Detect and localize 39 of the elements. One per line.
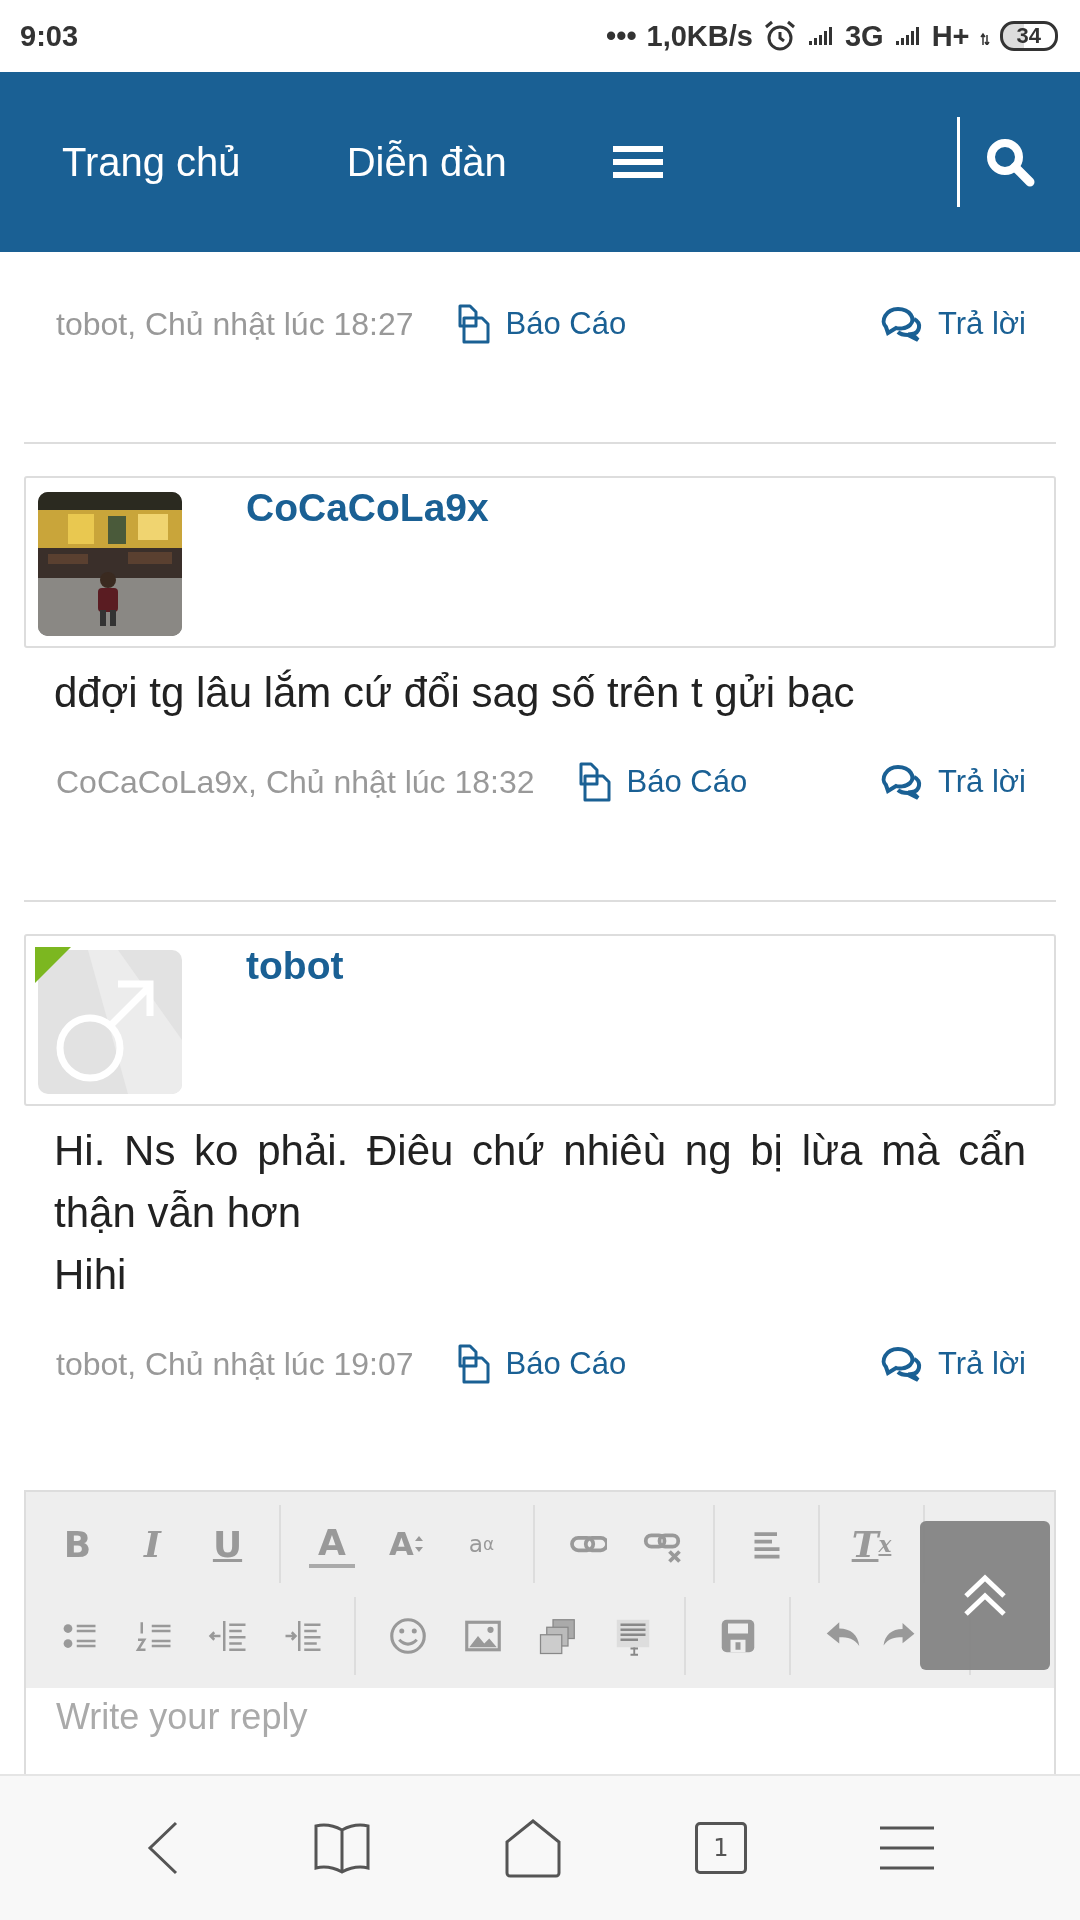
report-link[interactable]: Báo Cáo bbox=[568, 762, 748, 802]
battery-indicator: 34 bbox=[999, 21, 1058, 51]
network-type: H+ bbox=[931, 19, 970, 53]
clock: 9:03 bbox=[20, 19, 79, 53]
bookmarks-button[interactable] bbox=[313, 1822, 372, 1874]
double-chevron-icon bbox=[962, 1573, 1008, 1618]
network-type: 3G bbox=[844, 19, 884, 53]
search-icon[interactable] bbox=[984, 136, 1036, 188]
media-icon bbox=[537, 1616, 578, 1656]
post-meta: tobot, Chủ nhật lúc 19:07 bbox=[56, 1345, 414, 1383]
network-speed: 1,0KB/s bbox=[646, 19, 753, 53]
up-down-arrows-icon bbox=[413, 1534, 424, 1554]
chat-icon bbox=[879, 305, 924, 343]
author-name[interactable]: CoCaCoLa9x bbox=[246, 486, 489, 530]
signal-icon bbox=[893, 25, 922, 47]
chat-icon bbox=[879, 1345, 924, 1383]
scroll-to-top-button[interactable] bbox=[920, 1521, 1050, 1670]
home-button[interactable] bbox=[504, 1818, 562, 1878]
message-text: Hihi bbox=[54, 1250, 128, 1300]
nav-link[interactable]: Trang chủ bbox=[62, 139, 241, 185]
menu-icon[interactable] bbox=[612, 145, 663, 179]
chat-icon bbox=[879, 763, 924, 801]
nav-link[interactable]: Diễn đàn bbox=[346, 139, 507, 185]
reply-link[interactable]: Trả lời bbox=[879, 1345, 1026, 1383]
tabs-button[interactable]: 1 bbox=[694, 1822, 747, 1874]
reply-link[interactable]: Trả lời bbox=[879, 305, 1026, 343]
alarm-icon bbox=[762, 19, 797, 53]
menu-button[interactable] bbox=[879, 1825, 934, 1871]
reply-link[interactable]: Trả lời bbox=[879, 763, 1026, 801]
emoji-icon bbox=[387, 1616, 428, 1656]
message-text: dđợi tg lâu lắm cứ đổi sag số trên t gửi bạc bbox=[54, 668, 856, 718]
signal-icon bbox=[806, 25, 835, 47]
message-text: Hi. Ns ko phải. Điêu chứ nhiêù ng bị lừa mà cẩn thận vẫn hơn bbox=[54, 1126, 1026, 1238]
author-name[interactable]: tobot bbox=[246, 944, 344, 988]
report-link[interactable]: Báo Cáo bbox=[447, 304, 627, 344]
report-link[interactable]: Báo Cáo bbox=[447, 1344, 627, 1384]
post-meta: CoCaCoLa9x, Chủ nhật lúc 18:32 bbox=[56, 763, 535, 801]
post-meta: tobot, Chủ nhật lúc 18:27 bbox=[56, 305, 414, 343]
notification-dots: ••• bbox=[606, 19, 637, 53]
